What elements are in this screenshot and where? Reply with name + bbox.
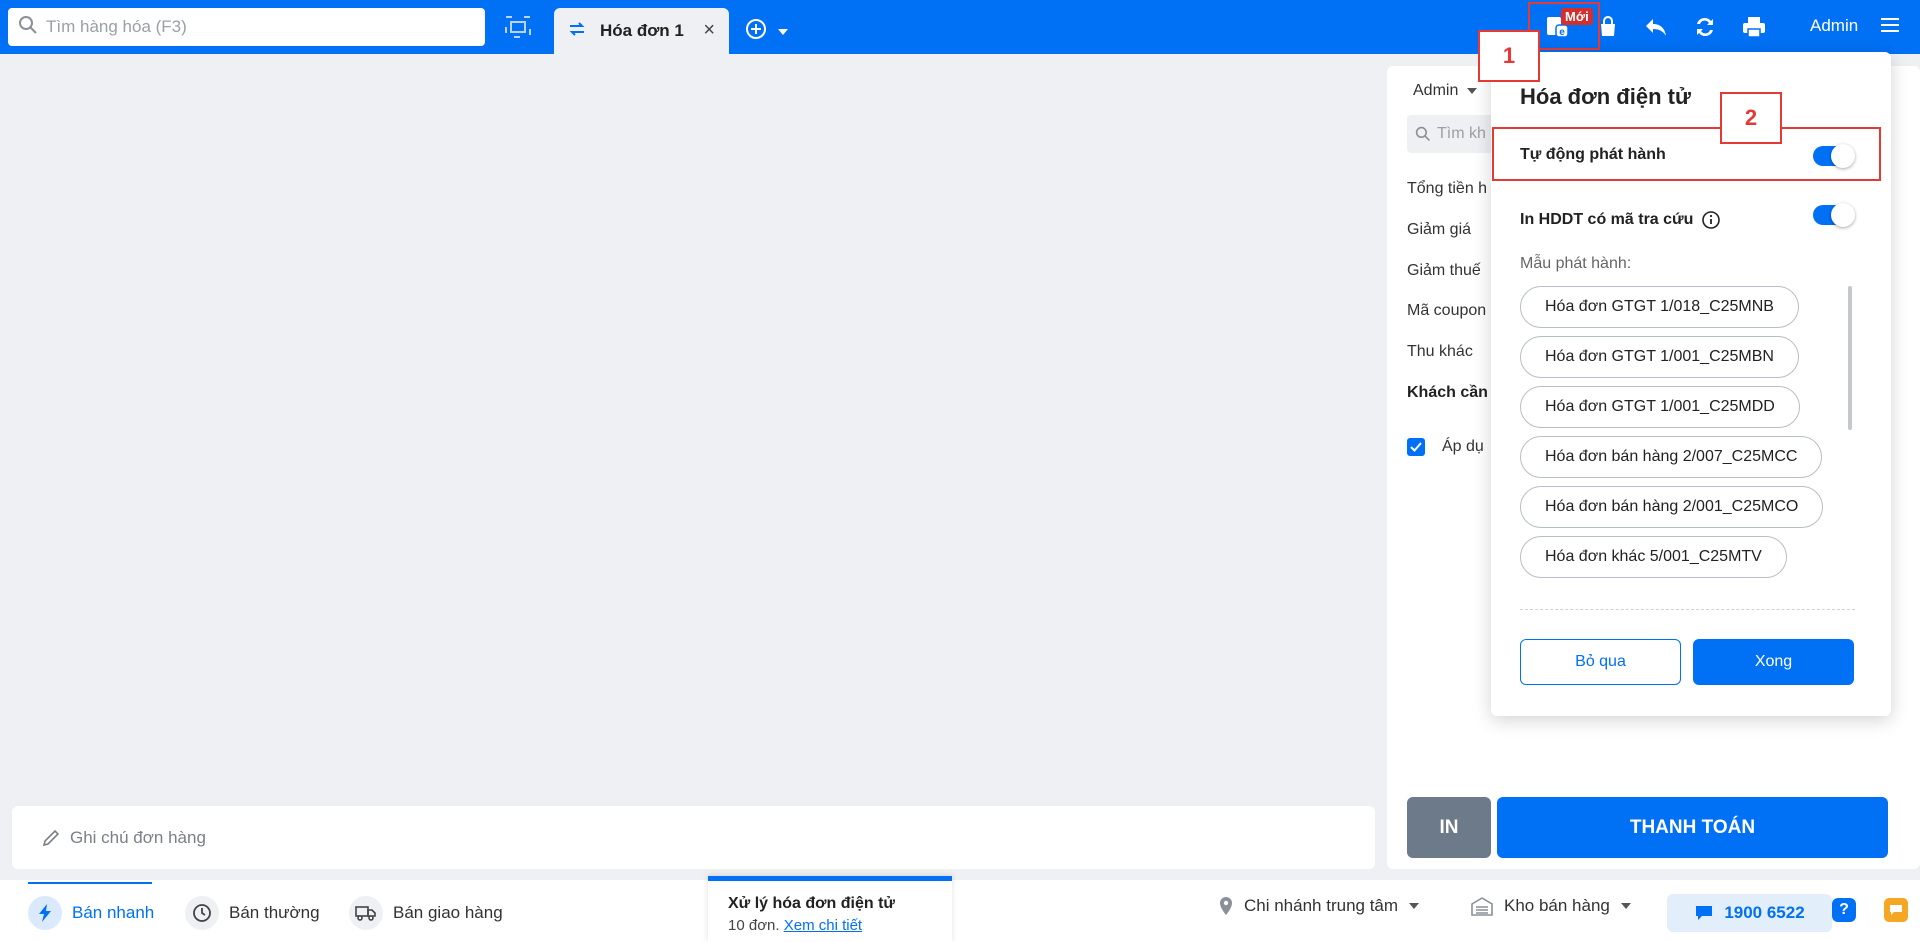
card-title: Xử lý hóa đơn điện tử [728,895,895,912]
mode-label: Bán giao hàng [393,903,503,922]
check-icon [1410,442,1422,452]
add-tab-button[interactable] [745,18,789,45]
mode-quick-sale[interactable]: Bán nhanh [28,896,154,930]
staff-select[interactable]: Admin [1413,82,1478,100]
card-count: 10 đơn. [728,917,780,934]
branch-label: Chi nhánh trung tâm [1244,896,1399,915]
step-1-callout: 1 [1478,30,1540,82]
template-option[interactable]: Hóa đơn GTGT 1/018_C25MNB [1520,286,1799,328]
chat-bubble-icon [1696,906,1713,920]
barcode-scan-icon[interactable] [504,14,532,40]
order-note-placeholder: Ghi chú đơn hàng [70,827,206,847]
popup-title: Hóa đơn điện tử [1520,84,1691,109]
location-pin-icon [1220,897,1232,915]
mode-label: Bán nhanh [72,903,155,922]
hotline-number: 1900 6522 [1724,903,1805,922]
template-option[interactable]: Hóa đơn GTGT 1/001_C25MBN [1520,336,1799,378]
product-search-input[interactable] [46,17,466,37]
product-search[interactable] [8,8,485,46]
tab-label: Hóa đơn 1 [600,21,684,40]
truck-icon [349,896,383,930]
other-fee-label: Thu khác [1407,343,1473,360]
warehouse-label: Kho bán hàng [1504,896,1610,915]
step-2-callout: 2 [1720,92,1782,144]
view-details-link[interactable]: Xem chi tiết [784,917,862,934]
template-option[interactable]: Hóa đơn bán hàng 2/007_C25MCC [1520,436,1823,478]
apply-label: Áp dụ [1442,438,1484,455]
print-button[interactable]: IN [1407,797,1491,858]
done-button[interactable]: Xong [1693,639,1854,685]
template-option[interactable]: Hóa đơn khác 5/001_C25MTV [1520,536,1787,578]
lightning-icon [28,896,62,930]
staff-select-label: Admin [1413,82,1459,99]
chevron-down-icon [1467,88,1478,94]
skip-button[interactable]: Bỏ qua [1520,639,1681,685]
info-icon[interactable] [1701,210,1721,230]
apply-checkbox[interactable] [1407,438,1425,456]
template-label: Mẫu phát hành: [1520,255,1632,272]
pay-button[interactable]: THANH TOÁN [1497,797,1888,858]
tab-invoice-1[interactable]: Hóa đơn 1 × [554,8,729,54]
hamburger-menu-icon[interactable] [1880,16,1900,39]
auto-issue-label: Tự động phát hành [1520,146,1666,163]
shopping-bag-icon[interactable] [1593,12,1623,42]
feedback-icon[interactable] [1884,898,1908,922]
print-lookup-row: In HDDT có mã tra cứu [1520,210,1721,230]
template-option[interactable]: Hóa đơn GTGT 1/001_C25MDD [1520,386,1800,428]
close-icon[interactable]: × [703,20,715,40]
swap-icon [568,20,586,43]
return-icon[interactable] [1641,12,1671,42]
auto-issue-toggle[interactable] [1813,144,1855,168]
mode-normal-sale[interactable]: Bán thường [185,896,320,930]
plus-circle-icon[interactable] [745,18,767,45]
customer-search-placeholder: Tìm kh [1437,125,1486,142]
mode-delivery-sale[interactable]: Bán giao hàng [349,896,503,930]
subtotal-label: Tổng tiền h [1407,180,1488,197]
coupon-label: Mã coupon [1407,302,1487,319]
branch-select[interactable]: Chi nhánh trung tâm [1218,896,1420,916]
pencil-icon [42,829,60,846]
clock-icon [185,896,219,930]
chevron-down-icon[interactable] [777,23,789,41]
mode-label: Bán thường [229,903,320,922]
search-icon [1415,126,1430,141]
customer-pay-label: Khách cần [1407,384,1488,401]
discount-label: Giảm giá [1407,221,1472,238]
print-lookup-label: In HDDT có mã tra cứu [1520,211,1694,228]
new-badge: Mới [1561,8,1593,25]
tax-discount-label: Giảm thuế [1407,262,1481,279]
chevron-down-icon [1409,903,1420,909]
e-invoice-processing-card: Xử lý hóa đơn điện tử 10 đơn. Xem chi ti… [708,876,952,942]
template-option[interactable]: Hóa đơn bán hàng 2/001_C25MCO [1520,486,1824,528]
template-list[interactable]: Hóa đơn GTGT 1/018_C25MNB Hóa đơn GTGT 1… [1520,286,1850,586]
template-scrollbar[interactable] [1848,286,1852,430]
hotline-button[interactable]: 1900 6522 [1667,894,1832,932]
print-icon[interactable] [1739,12,1769,42]
exchange-icon[interactable] [1690,12,1720,42]
popup-divider [1520,609,1855,610]
warehouse-select[interactable]: Kho bán hàng [1470,896,1632,916]
print-lookup-toggle[interactable] [1813,203,1855,227]
active-mode-indicator [28,882,152,884]
order-note-field[interactable]: Ghi chú đơn hàng [12,806,1375,869]
warehouse-icon [1471,897,1493,916]
chevron-down-icon [1620,903,1631,909]
admin-menu[interactable]: Admin [1810,16,1858,36]
help-icon[interactable]: ? [1832,898,1856,922]
search-icon [18,15,38,40]
